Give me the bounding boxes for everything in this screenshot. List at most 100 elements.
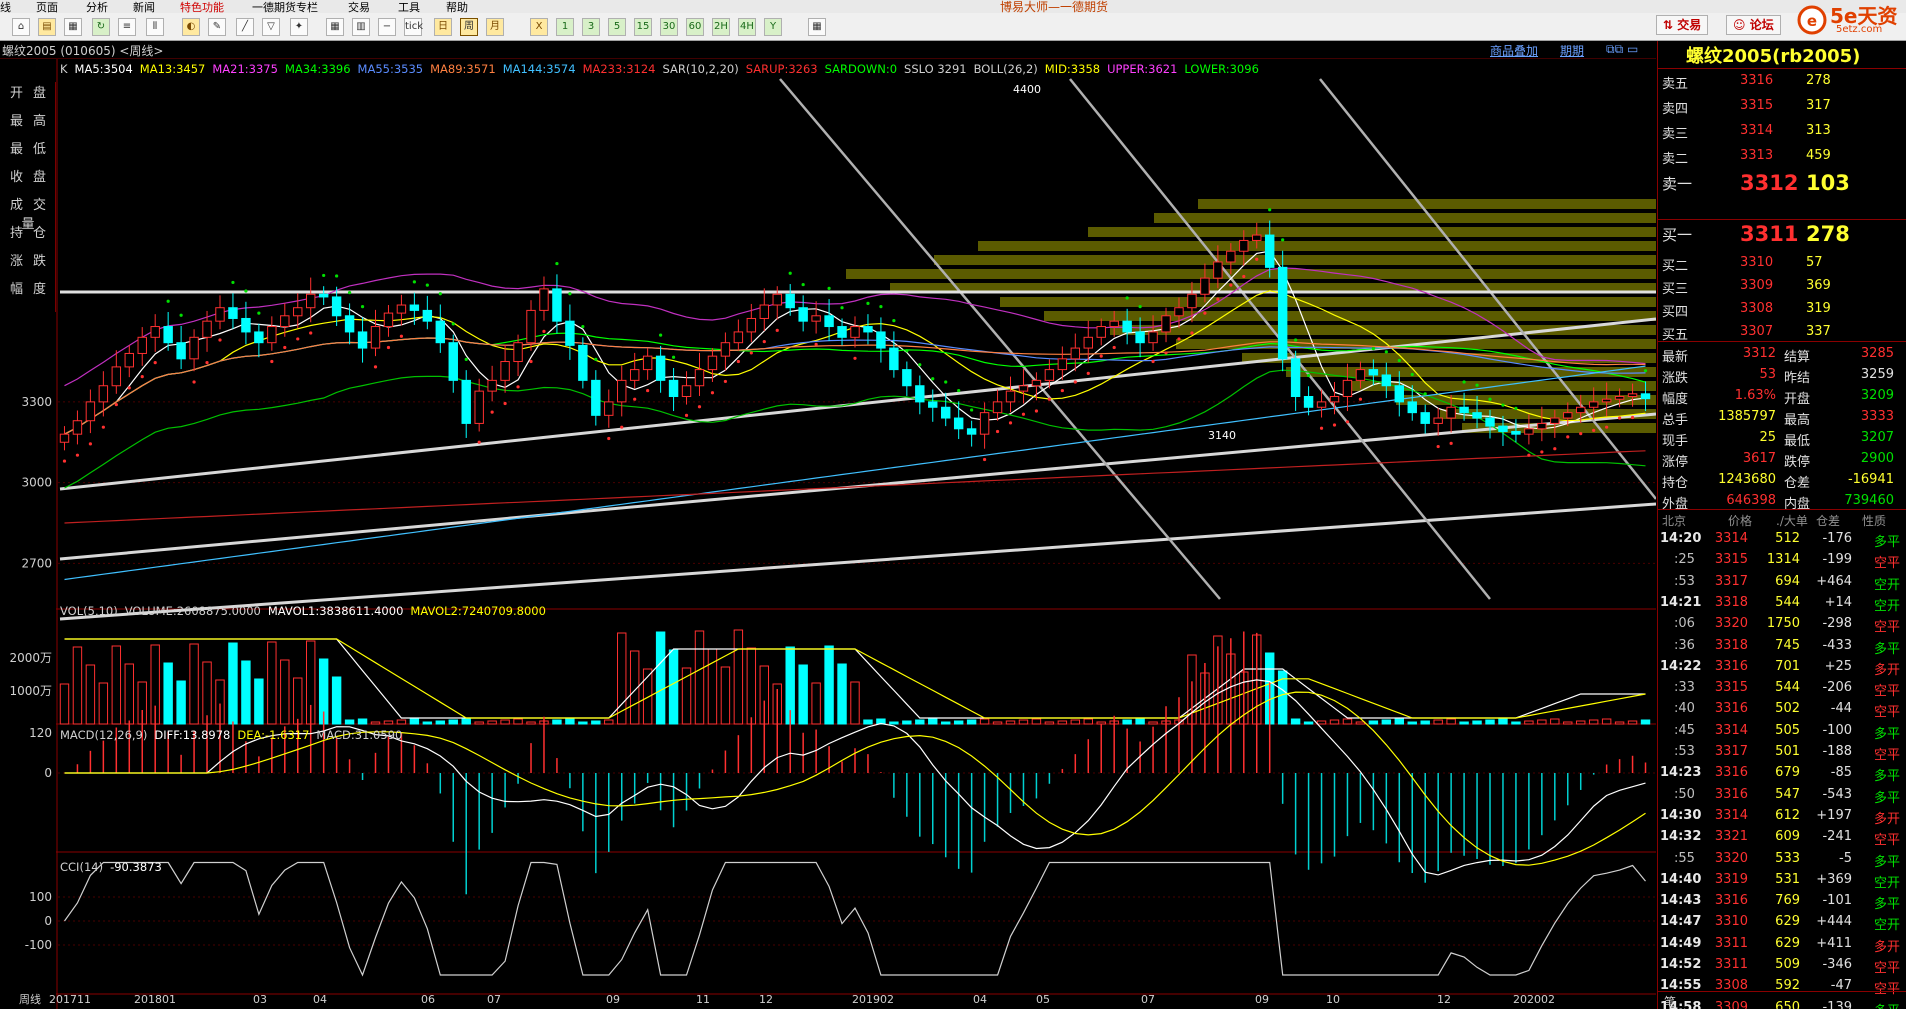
menu-item-line[interactable]: 线 [0, 0, 11, 13]
sar-dot [1579, 432, 1583, 436]
volume-bar [357, 718, 368, 725]
compass-icon[interactable]: ✦ [290, 18, 308, 36]
volume-bar [1472, 720, 1482, 725]
menu-item-trade[interactable]: 交易 [348, 0, 370, 13]
candle-body [915, 385, 925, 403]
menu-item-help[interactable]: 帮助 [446, 0, 468, 13]
footer-tab[interactable]: 笔 [1664, 993, 1676, 1009]
sar-dot [1177, 337, 1181, 341]
bar-icon[interactable]: ⫴ [146, 18, 164, 36]
period-month[interactable]: 月 [486, 18, 504, 36]
window-mode-icon[interactable]: ⧉⧉ ▭ [1606, 42, 1638, 57]
sar-dot [1164, 351, 1168, 355]
date-axis-label: 10 [1326, 993, 1340, 1006]
bid-row[interactable]: 买一 3311 278 [1658, 222, 1898, 246]
overlay-link[interactable]: 商品叠加 [1490, 42, 1538, 59]
gauge-icon[interactable]: ◐ [182, 18, 200, 36]
chart-icon[interactable]: ▦ [64, 18, 82, 36]
sar-dot [710, 391, 715, 395]
cci-pane [64, 861, 1646, 977]
calculator-icon[interactable]: ▦ [808, 18, 826, 36]
sar-dot [1475, 383, 1479, 387]
line-draw-icon[interactable]: ╱ [236, 18, 254, 36]
trade-button[interactable]: ⇅ 交易 [1656, 15, 1709, 35]
menu-item-tools[interactable]: 工具 [398, 0, 420, 13]
grid-icon[interactable]: ▥ [352, 18, 370, 36]
period-link[interactable]: 期期 [1560, 42, 1584, 59]
ask-row[interactable]: 卖一 3312 103 [1658, 171, 1898, 196]
sar-dot [347, 291, 352, 295]
period-day[interactable]: 日 [434, 18, 452, 36]
zoom-out-icon[interactable]: − [378, 18, 396, 36]
filter-icon[interactable]: ▽ [262, 18, 280, 36]
ask-price: 3315 [1740, 98, 1774, 113]
bid-row[interactable]: 买三 3309 369 [1658, 276, 1898, 300]
candle-body [163, 326, 173, 344]
tick-header-cell: 北京 [1662, 514, 1687, 528]
list-icon[interactable]: ≡ [118, 18, 136, 36]
ask-label: 卖四 [1662, 102, 1689, 117]
candle-body [1239, 239, 1249, 252]
sar-dot [788, 271, 792, 275]
volume-bar [59, 683, 70, 725]
sar-dot [1112, 345, 1116, 350]
candle-body [539, 288, 549, 311]
site-logo[interactable]: e 5e天资 5etz.com [1796, 2, 1906, 38]
ask-row[interactable]: 卖三 3314 313 [1658, 121, 1898, 146]
volume-profile-bar [1000, 297, 1656, 307]
home-icon[interactable]: ⌂ [12, 18, 30, 36]
ask-row[interactable]: 卖五 3316 278 [1658, 71, 1898, 96]
chart-area[interactable]: 4400 3140 3300 3000 2700 2000万 1000万 120 0 100 0 -1… [0, 59, 1656, 1009]
table-icon[interactable]: ▦ [326, 18, 344, 36]
period-30m[interactable]: 30 [660, 18, 678, 36]
volume-bar [733, 629, 744, 725]
bid-row[interactable]: 买四 3308 319 [1658, 299, 1898, 323]
quote-panel: 螺纹2005(rb2005) 卖五 3316 278 卖四 3315 317 卖三 3314 3… [1657, 41, 1906, 1009]
candle-body [331, 296, 342, 317]
sar-dot [853, 356, 857, 360]
folder-icon[interactable]: ▤ [38, 18, 56, 36]
volume-bar [202, 661, 212, 725]
sar-dot [1566, 435, 1570, 439]
menu-item-yide-column[interactable]: 一德期货专栏 [252, 0, 318, 13]
period-3m[interactable]: 3 [582, 18, 600, 36]
refresh-icon[interactable]: ↻ [92, 18, 110, 36]
period-week[interactable]: 周 [460, 18, 478, 36]
period-tick[interactable]: tick [404, 18, 423, 36]
pen-icon[interactable]: ✎ [208, 18, 226, 36]
menu-item-features[interactable]: 特色功能 [180, 0, 224, 13]
volume-bar [552, 719, 562, 725]
period-year[interactable]: Y [764, 18, 782, 36]
ask-row[interactable]: 卖二 3313 459 [1658, 146, 1898, 171]
menu-item-news[interactable]: 新闻 [133, 0, 155, 13]
indicator-label: DEA:-1.6317 [237, 728, 310, 742]
period-2h[interactable]: 2H [712, 18, 730, 36]
tick-row: :53 3317 501 -188 空平 [1658, 742, 1900, 764]
bid-row[interactable]: 买二 3310 57 [1658, 253, 1898, 277]
candle-body [228, 307, 238, 319]
candle-body [267, 326, 277, 344]
sar-dot [1345, 420, 1350, 424]
period-60m[interactable]: 60 [686, 18, 704, 36]
period-15m[interactable]: 15 [634, 18, 652, 36]
date-axis-label: 09 [1255, 993, 1269, 1006]
period-5m[interactable]: 5 [608, 18, 626, 36]
tick-row: 14:40 3319 531 +369 空开 [1658, 870, 1900, 892]
volume-bar [1459, 721, 1469, 725]
tick-nature: 多开 [1873, 811, 1900, 827]
period-1m[interactable]: 1 [556, 18, 574, 36]
volume-bar [435, 720, 446, 725]
menu-item-page[interactable]: 页面 [36, 0, 58, 13]
low-annotation: 3140 [1208, 429, 1236, 442]
forum-button[interactable]: ☺ 论坛 [1726, 15, 1781, 35]
candle-body [357, 331, 368, 349]
candle-body [1057, 358, 1068, 371]
candle-body [720, 342, 731, 357]
high-annotation: 4400 [1013, 83, 1041, 96]
volume-bar [409, 718, 420, 725]
menu-item-analysis[interactable]: 分析 [86, 0, 108, 13]
ask-row[interactable]: 卖四 3315 317 [1658, 96, 1898, 121]
period-x[interactable]: X [530, 18, 548, 36]
candle-body [85, 401, 96, 422]
period-4h[interactable]: 4H [738, 18, 756, 36]
